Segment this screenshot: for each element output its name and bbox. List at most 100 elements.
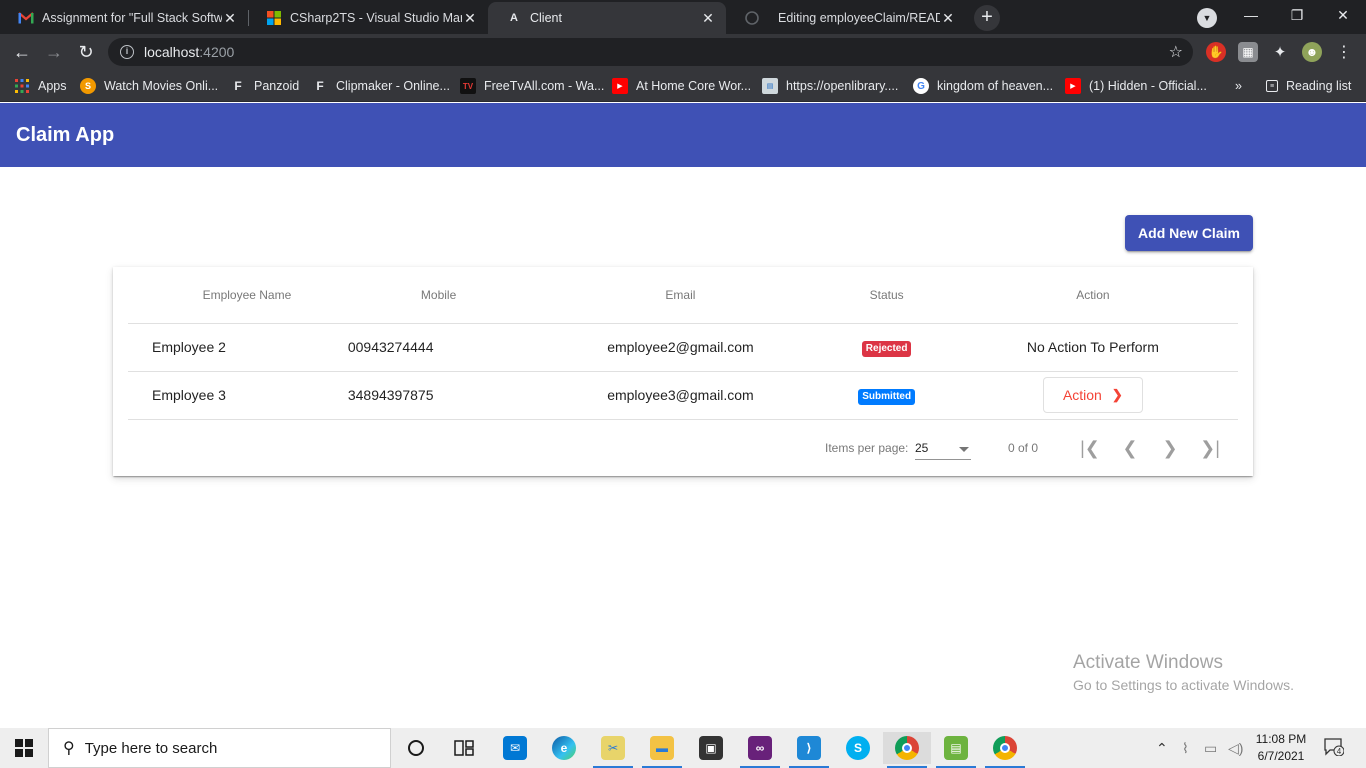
gmail-icon <box>18 10 34 26</box>
show-hidden-icons-button[interactable]: ⌃ <box>1156 728 1168 768</box>
panzoid-icon: F <box>234 79 242 93</box>
minimize-button[interactable]: — <box>1228 0 1274 32</box>
avatar[interactable]: ☻ <box>1302 42 1322 62</box>
cell-mobile: 34894397875 <box>341 371 536 420</box>
bookmarks-overflow-button[interactable]: » <box>1235 76 1242 96</box>
items-per-page-label: Items per page: <box>825 441 909 455</box>
bookmark-apps[interactable]: Apps <box>14 76 67 96</box>
bookmarks-bar: Apps S Watch Movies Onli... F Panzoid F … <box>0 70 1366 102</box>
windows-start-button[interactable] <box>0 728 48 768</box>
column-header-employee-name: Employee Name <box>128 267 342 324</box>
bookmark-at-home-core[interactable]: ▶ At Home Core Wor... <box>612 76 751 96</box>
apps-grid-icon <box>14 78 30 94</box>
action-button-label: Action <box>1062 387 1102 403</box>
taskbar-search-input[interactable]: ⚲ Type here to search <box>48 728 391 768</box>
system-clock[interactable]: 11:08 PM 6/7/2021 <box>1250 731 1312 765</box>
bookmark-clipmaker[interactable]: F Clipmaker - Online... <box>312 76 450 96</box>
extension-icon[interactable]: ▦ <box>1238 42 1258 62</box>
page-size-select[interactable]: 25 <box>915 436 971 460</box>
reload-icon[interactable]: ↻ <box>72 38 100 66</box>
reading-list-icon: ≡ <box>1266 80 1278 92</box>
cell-email: employee2@gmail.com <box>535 323 826 372</box>
edge-icon[interactable]: e <box>540 732 588 764</box>
chevron-right-icon: ❯ <box>1111 387 1123 402</box>
bookmark-hidden-official[interactable]: ▶ (1) Hidden - Official... <box>1065 76 1207 96</box>
mail-icon[interactable]: ✉ <box>491 732 539 764</box>
task-view-icon[interactable] <box>440 732 488 764</box>
battery-icon[interactable]: ▭ <box>1204 728 1217 768</box>
cortana-icon[interactable] <box>392 732 440 764</box>
new-tab-button[interactable]: + <box>974 5 1000 31</box>
claims-table: Employee Name Mobile Email Status Action… <box>128 267 1238 420</box>
tab-search-icon[interactable]: ▼ <box>1197 8 1217 28</box>
visual-studio-icon[interactable]: ∞ <box>736 732 784 768</box>
bookmark-openlibrary[interactable]: ▤ https://openlibrary.... <box>762 76 898 96</box>
bookmark-kingdom-of-heaven[interactable]: G kingdom of heaven... <box>913 76 1053 96</box>
watermark-title: Activate Windows <box>1073 652 1223 673</box>
tab-title: Assignment for "Full Stack Softwa <box>42 11 222 25</box>
address-input[interactable]: i localhost:4200 ☆ <box>108 38 1193 66</box>
restore-button[interactable]: ❐ <box>1274 0 1320 32</box>
adblock-extension-icon[interactable]: ✋ <box>1206 42 1226 62</box>
tab-title: Editing employeeClaim/README <box>778 11 940 25</box>
tab-github-readme[interactable]: Editing employeeClaim/README ✕ <box>726 2 966 34</box>
previous-page-icon[interactable]: ❮ <box>1116 434 1144 462</box>
bookmark-panzoid[interactable]: F Panzoid <box>230 76 299 96</box>
microsoft-icon <box>266 10 282 26</box>
volume-icon[interactable]: ◁) <box>1228 728 1243 768</box>
close-window-button[interactable]: ✕ <box>1320 0 1366 32</box>
next-page-icon[interactable]: ❯ <box>1156 434 1184 462</box>
tab-client[interactable]: A Client ✕ <box>488 2 726 34</box>
vscode-icon[interactable]: ⟩ <box>785 732 833 768</box>
app-title: Claim App <box>16 123 115 146</box>
column-header-status: Status <box>825 267 948 324</box>
skype-icon[interactable]: S <box>834 732 882 764</box>
cell-mobile: 00943274444 <box>341 323 536 372</box>
dropdown-arrow-icon <box>959 447 969 452</box>
angular-icon: A <box>510 12 518 24</box>
bookmark-star-icon[interactable]: ☆ <box>1169 42 1183 62</box>
close-tab-icon[interactable]: ✕ <box>222 10 238 27</box>
close-tab-icon[interactable]: ✕ <box>940 10 956 27</box>
forward-arrow-icon[interactable]: → <box>40 38 68 66</box>
last-page-icon[interactable]: ❯| <box>1196 434 1224 462</box>
bookmark-watch-movies[interactable]: S Watch Movies Onli... <box>80 76 218 96</box>
menu-kebab-icon[interactable]: ⋮ <box>1334 42 1354 62</box>
bookmark-label: kingdom of heaven... <box>937 79 1054 93</box>
cell-employee-name: Employee 3 <box>128 371 342 420</box>
store-icon[interactable]: ▣ <box>687 732 735 764</box>
bookmark-label: (1) Hidden - Official... <box>1089 79 1207 93</box>
site-info-icon[interactable]: i <box>120 45 134 59</box>
tab-title: Client <box>530 11 562 25</box>
back-arrow-icon[interactable]: ← <box>8 38 36 66</box>
tab-visual-studio-marketplace[interactable]: CSharp2TS - Visual Studio Marke ✕ <box>248 2 488 34</box>
bookmark-label: At Home Core Wor... <box>636 79 752 93</box>
cell-email: employee3@gmail.com <box>535 371 826 420</box>
panzoid-icon: F <box>316 79 324 93</box>
network-icon[interactable]: ⌇ <box>1182 728 1189 768</box>
column-header-mobile: Mobile <box>341 267 536 324</box>
task-manager-icon[interactable]: ▤ <box>932 732 980 768</box>
reading-list-button[interactable]: ≡ Reading list <box>1266 76 1351 96</box>
bookmark-label: https://openlibrary.... <box>786 79 899 93</box>
action-button[interactable]: Action ❯ <box>1042 377 1143 413</box>
activate-windows-watermark: Activate Windows Go to Settings to activ… <box>1073 652 1294 693</box>
status-badge: Submitted <box>858 388 916 405</box>
chrome-icon[interactable] <box>981 732 1029 768</box>
tab-gmail[interactable]: Assignment for "Full Stack Softwa ✕ <box>0 2 248 34</box>
close-tab-icon[interactable]: ✕ <box>462 10 478 27</box>
search-placeholder: Type here to search <box>84 739 218 757</box>
github-icon <box>744 10 760 26</box>
close-tab-icon[interactable]: ✕ <box>700 10 716 27</box>
file-explorer-icon[interactable]: ▬ <box>638 732 686 768</box>
add-new-claim-button[interactable]: Add New Claim <box>1125 215 1253 251</box>
youtube-icon: ▶ <box>612 78 628 94</box>
extensions-puzzle-icon[interactable]: ✦ <box>1270 42 1290 62</box>
snipping-tool-icon[interactable]: ✂ <box>589 732 637 768</box>
search-icon: ⚲ <box>63 740 75 757</box>
watermark-subtitle: Go to Settings to activate Windows. <box>1073 677 1294 693</box>
bookmark-freetvall[interactable]: TV FreeTvAll.com - Wa... <box>460 76 604 96</box>
first-page-icon[interactable]: |❮ <box>1076 434 1104 462</box>
chrome-icon[interactable] <box>883 732 931 768</box>
action-center-icon[interactable]: 4 <box>1324 738 1346 758</box>
